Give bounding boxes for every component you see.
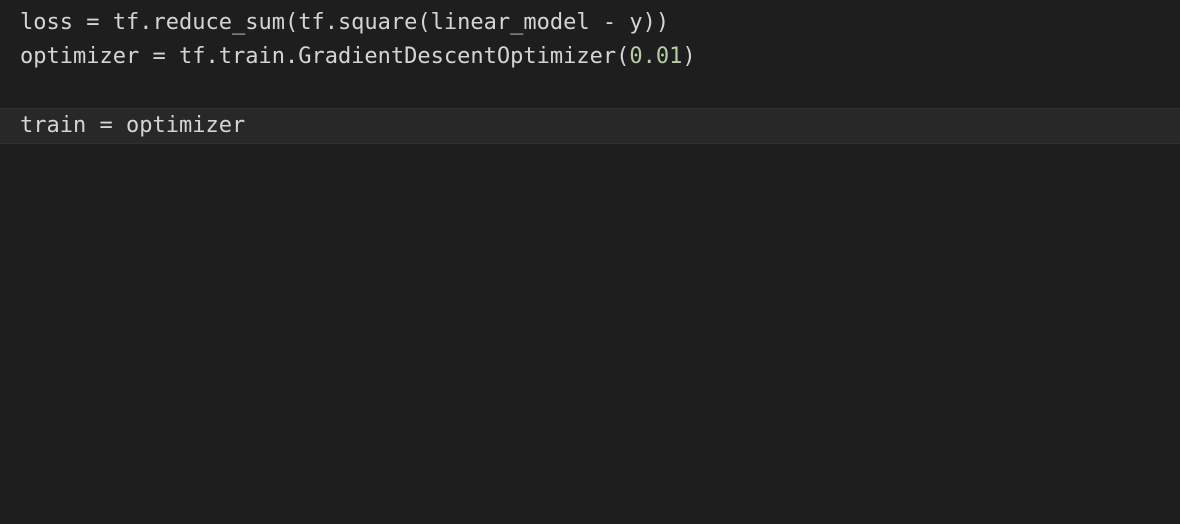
- dot: .: [139, 10, 152, 35]
- operator-assign: =: [139, 44, 179, 69]
- identifier-y: y: [629, 10, 642, 35]
- identifier-gradient-descent: GradientDescentOptimizer: [298, 44, 616, 69]
- identifier-reduce-sum: reduce_sum: [152, 10, 284, 35]
- paren-close: ): [682, 44, 695, 69]
- operator-assign: =: [73, 10, 113, 35]
- paren-open: (: [417, 10, 430, 35]
- code-line-2[interactable]: optimizer = tf.train.GradientDescentOpti…: [0, 40, 1180, 74]
- code-line-1[interactable]: loss = tf.reduce_sum(tf.square(linear_mo…: [0, 6, 1180, 40]
- code-editor[interactable]: loss = tf.reduce_sum(tf.square(linear_mo…: [0, 6, 1180, 144]
- paren-open: (: [285, 10, 298, 35]
- identifier-train: train: [20, 113, 86, 138]
- identifier-linear-model: linear_model: [431, 10, 590, 35]
- identifier-train: train: [219, 44, 285, 69]
- paren-close: ): [643, 10, 656, 35]
- identifier-tf: tf: [179, 44, 206, 69]
- operator-minus: -: [590, 10, 630, 35]
- identifier-optimizer: optimizer: [20, 44, 139, 69]
- paren-close: ): [656, 10, 669, 35]
- identifier-tf: tf: [298, 10, 325, 35]
- dot: .: [285, 44, 298, 69]
- identifier-optimizer: optimizer: [126, 113, 245, 138]
- code-line-3-blank[interactable]: [0, 74, 1180, 108]
- paren-open: (: [616, 44, 629, 69]
- identifier-square: square: [338, 10, 417, 35]
- number-learning-rate: 0.01: [629, 44, 682, 69]
- code-line-4-active[interactable]: train = optimizer: [0, 108, 1180, 144]
- dot: .: [205, 44, 218, 69]
- operator-assign: =: [86, 113, 126, 138]
- identifier-loss: loss: [20, 10, 73, 35]
- dot: .: [325, 10, 338, 35]
- identifier-tf: tf: [113, 10, 140, 35]
